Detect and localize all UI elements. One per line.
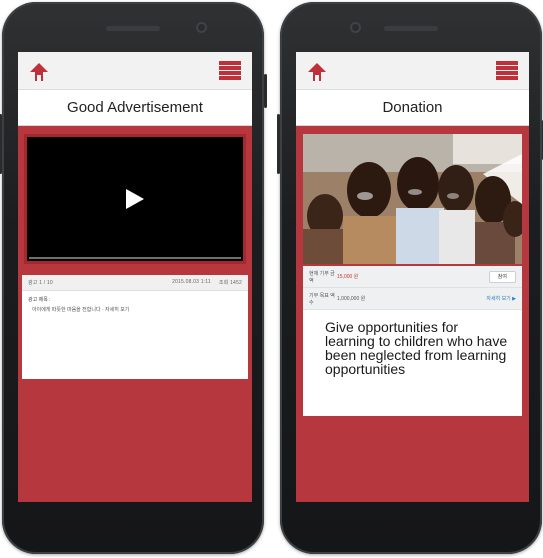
ad-index: 광고 1 / 10 bbox=[28, 280, 53, 286]
screen-donation: Donation 현재 기부 금액 15,000 원 참여 기부 목표 액수 1… bbox=[296, 52, 529, 502]
current-amount-label: 현재 기부 금액 bbox=[309, 270, 335, 284]
screen-advertisement: Good Advertisement 광고 1 / 10 2015.08.03 … bbox=[18, 52, 252, 502]
speaker-grille bbox=[106, 26, 160, 31]
home-icon[interactable] bbox=[307, 62, 327, 82]
phone-left: Good Advertisement 광고 1 / 10 2015.08.03 … bbox=[0, 2, 267, 554]
ad-views: 조회 1452 bbox=[218, 280, 242, 286]
ad-meta-row: 광고 1 / 10 2015.08.03 1:11 조회 1452 bbox=[22, 275, 248, 291]
video-progress-bar[interactable] bbox=[29, 257, 241, 259]
ad-date: 2015.08.03 1:11 bbox=[172, 279, 211, 285]
children-photo-image bbox=[303, 134, 522, 264]
goal-amount-label: 기부 목표 액수 bbox=[309, 292, 335, 306]
power-button bbox=[0, 114, 2, 174]
page-title: Donation bbox=[296, 90, 529, 126]
power-button bbox=[277, 114, 280, 174]
current-amount-row: 현재 기부 금액 15,000 원 참여 bbox=[303, 266, 522, 288]
page-title: Good Advertisement bbox=[18, 90, 252, 126]
top-bar bbox=[18, 52, 252, 90]
home-icon[interactable] bbox=[29, 62, 49, 82]
top-bar bbox=[296, 52, 529, 90]
goal-amount-row: 기부 목표 액수 1,000,000 원 자세히 보기 ▶ bbox=[303, 288, 522, 310]
phone-right: Donation 현재 기부 금액 15,000 원 참여 기부 목표 액수 1… bbox=[277, 2, 543, 554]
speaker-grille bbox=[384, 26, 438, 31]
volume-button bbox=[264, 74, 267, 108]
play-icon[interactable] bbox=[126, 189, 144, 209]
donate-button[interactable]: 참여 bbox=[488, 270, 516, 283]
ad-text: 아이에게 따뜻한 마음을 전합니다 · 자세히 보기 bbox=[32, 307, 130, 313]
current-amount-value: 15,000 원 bbox=[337, 274, 359, 280]
donation-description: Give opportunities for learning to child… bbox=[325, 319, 508, 377]
goal-amount-value: 1,000,000 원 bbox=[337, 296, 366, 302]
menu-icon[interactable] bbox=[496, 61, 518, 81]
video-player[interactable] bbox=[24, 134, 246, 264]
children-photo bbox=[303, 134, 522, 264]
ad-info-panel: 광고 1 / 10 2015.08.03 1:11 조회 1452 광고 제목 … bbox=[22, 275, 248, 379]
front-camera bbox=[196, 22, 207, 33]
ad-label: 광고 제목 : bbox=[28, 297, 51, 303]
details-link[interactable]: 자세히 보기 ▶ bbox=[486, 295, 516, 302]
donation-panel: 현재 기부 금액 15,000 원 참여 기부 목표 액수 1,000,000 … bbox=[303, 266, 522, 416]
front-camera bbox=[350, 22, 361, 33]
menu-icon[interactable] bbox=[219, 61, 241, 81]
